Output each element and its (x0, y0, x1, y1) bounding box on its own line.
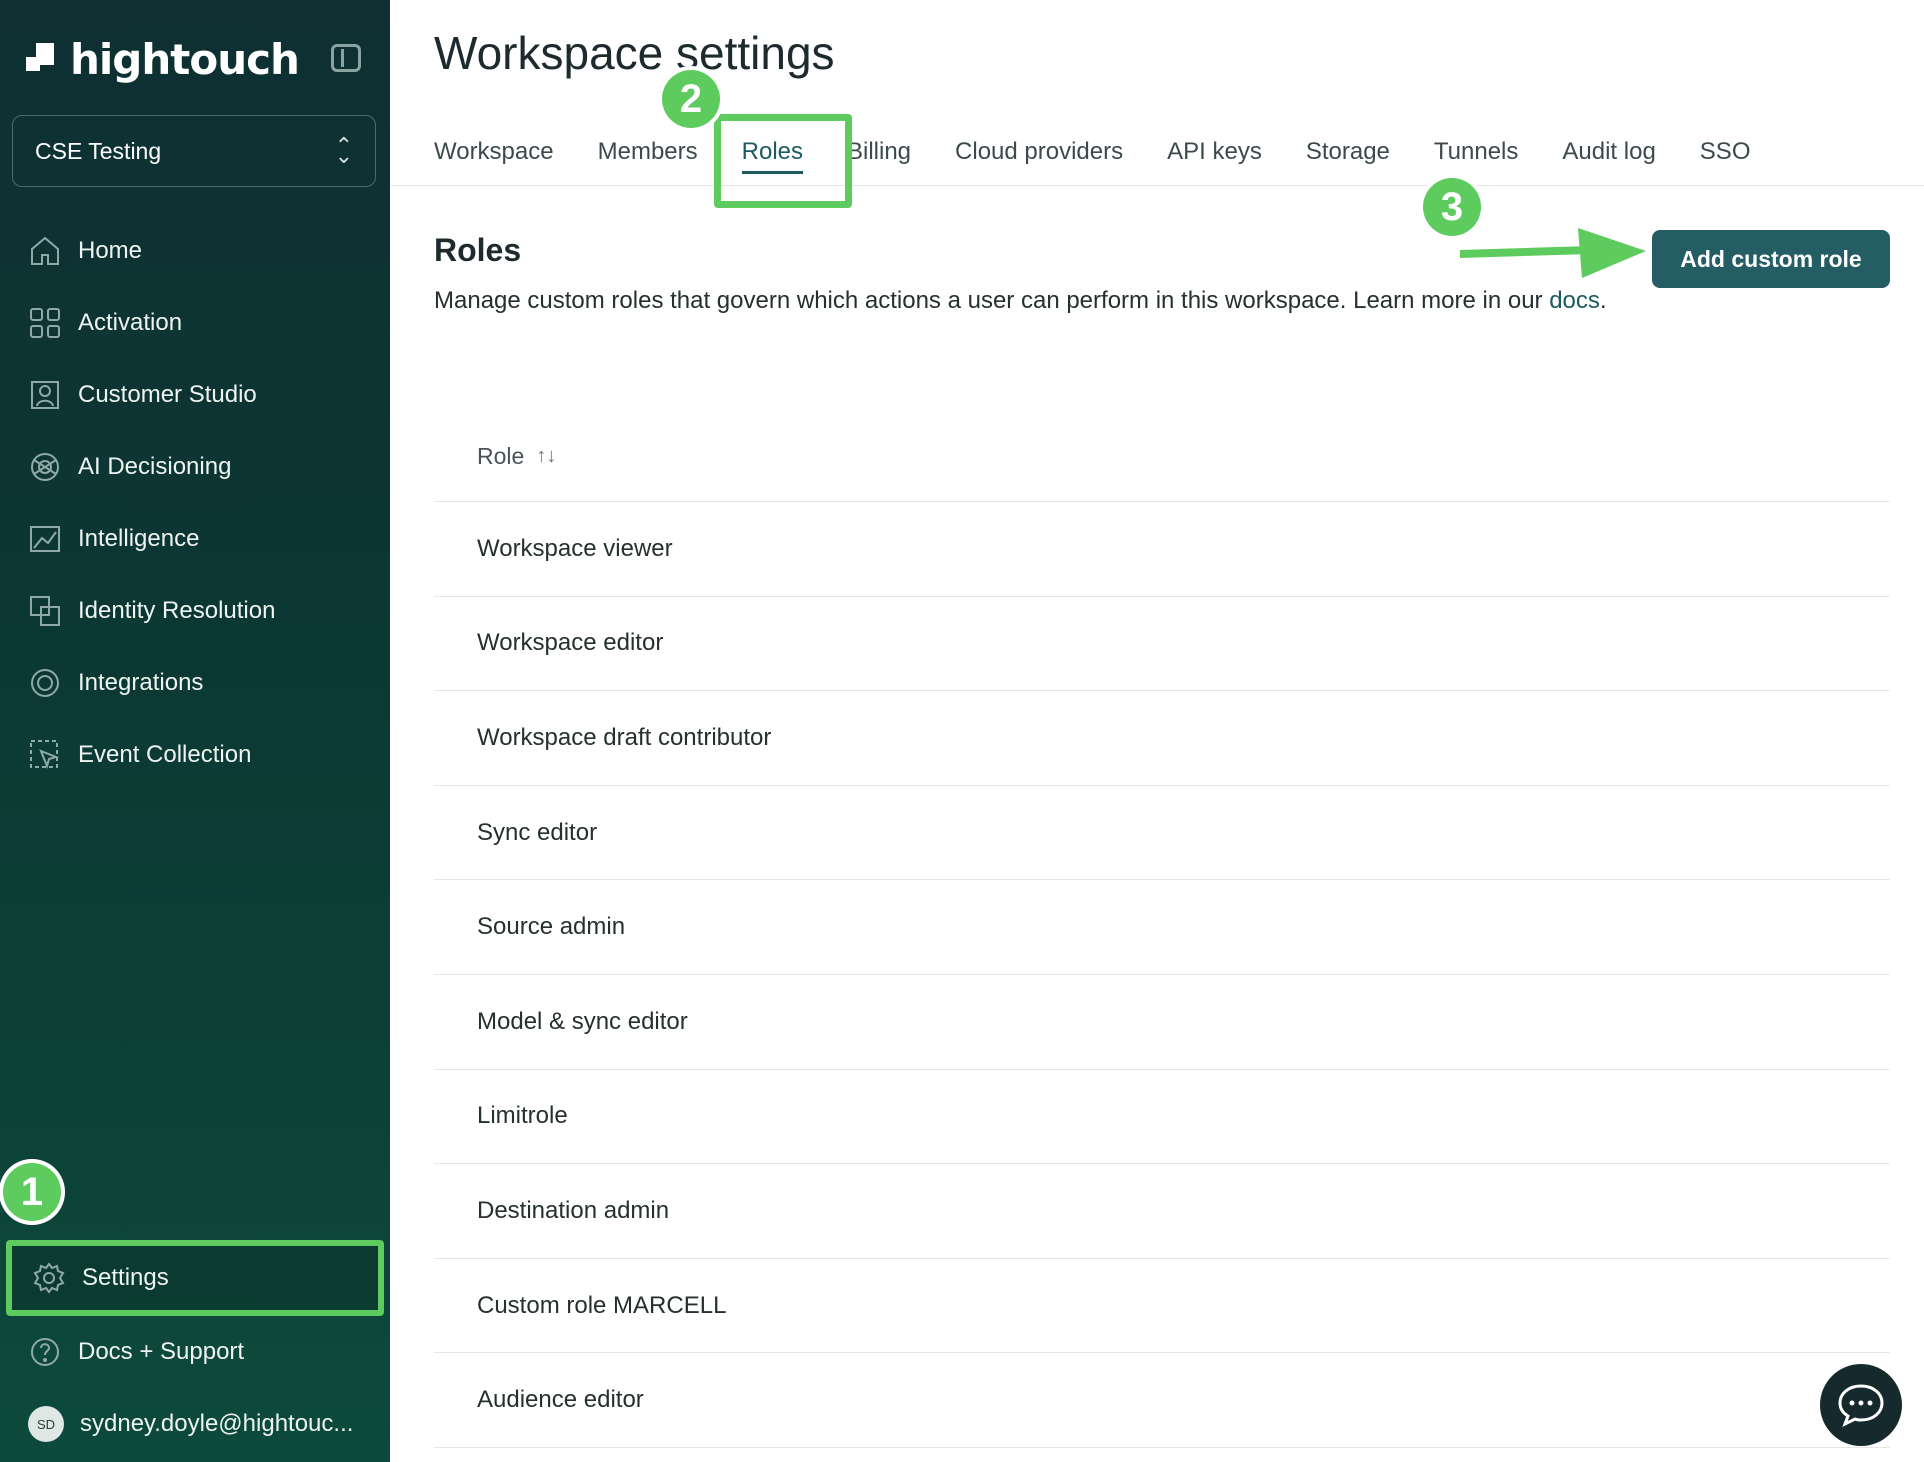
tab-cloud-providers[interactable]: Cloud providers (933, 130, 1145, 182)
settings-tabs: Workspace Members Roles Billing Cloud pr… (434, 130, 1772, 182)
tab-members[interactable]: Members (576, 130, 720, 182)
sidebar-item-intelligence[interactable]: Intelligence (0, 503, 390, 575)
grid-icon (30, 308, 60, 338)
table-row[interactable]: Workspace draft contributor (434, 691, 1890, 786)
sidebar-item-label: Settings (82, 1264, 169, 1291)
tab-sso[interactable]: SSO (1678, 130, 1773, 182)
section-description: Manage custom roles that govern which ac… (434, 282, 1624, 319)
table-row[interactable]: Workspace viewer (434, 502, 1890, 597)
workspace-name: CSE Testing (35, 137, 162, 164)
sidebar-collapse-icon[interactable] (331, 44, 361, 72)
logo[interactable]: hightouch (26, 34, 300, 84)
logo-mark-icon (26, 43, 58, 75)
table-row[interactable]: Model & sync editor (434, 975, 1890, 1070)
logo-text: hightouch (70, 34, 300, 84)
tab-api-keys[interactable]: API keys (1145, 130, 1284, 182)
help-icon (31, 1338, 59, 1366)
sidebar-item-label: Docs + Support (78, 1338, 245, 1365)
user-frame-icon (31, 381, 59, 409)
tab-workspace[interactable]: Workspace (434, 130, 576, 182)
sidebar-item-label: Identity Resolution (78, 597, 276, 624)
avatar: SD (28, 1406, 64, 1442)
sidebar-item-identity-resolution[interactable]: Identity Resolution (0, 575, 390, 647)
sidebar-item-user[interactable]: SD sydney.doyle@hightouc... (0, 1388, 390, 1460)
table-row[interactable]: Custom role MARCELL (434, 1259, 1890, 1354)
sidebar-item-integrations[interactable]: Integrations (0, 647, 390, 719)
cursor-icon (30, 740, 60, 770)
sidebar-item-label: Event Collection (78, 741, 252, 768)
tab-storage[interactable]: Storage (1284, 130, 1412, 182)
page-title: Workspace settings (434, 27, 835, 79)
step-badge-1: 1 (3, 1163, 61, 1221)
workspace-selector[interactable]: CSE Testing ⌃ ⌄ (12, 115, 376, 187)
add-custom-role-button[interactable]: Add custom role (1652, 230, 1890, 288)
user-email: sydney.doyle@hightouc... (80, 1410, 354, 1437)
chat-bubble-icon (1838, 1384, 1884, 1428)
sidebar-item-label: Activation (78, 309, 183, 336)
table-row[interactable]: Destination admin (434, 1164, 1890, 1259)
table-row[interactable]: Sync editor (434, 786, 1890, 881)
description-text: Manage custom roles that govern which ac… (434, 287, 1550, 314)
table-row[interactable]: Audience editor (434, 1353, 1890, 1448)
description-end: . (1599, 287, 1607, 314)
sidebar-item-home[interactable]: Home (0, 215, 390, 287)
sidebar-item-activation[interactable]: Activation (0, 287, 390, 359)
table-header-role[interactable]: Role ↑↓ (434, 412, 1890, 502)
chat-button[interactable] (1820, 1364, 1902, 1446)
sidebar-bottom: Settings Docs + Support SD sydney.doyle@… (0, 1240, 390, 1460)
sort-icon[interactable]: ↑↓ (536, 445, 556, 468)
sidebar-item-label: AI Decisioning (78, 453, 232, 480)
sidebar-nav: Home Activation Customer Studio AI Decis… (0, 215, 390, 791)
docs-link[interactable]: docs (1549, 287, 1600, 314)
ai-icon (31, 453, 59, 481)
chart-icon (30, 526, 60, 552)
sidebar-item-docs-support[interactable]: Docs + Support (0, 1316, 390, 1388)
sidebar-item-label: Integrations (78, 669, 204, 696)
sidebar-item-label: Home (78, 237, 143, 264)
tab-tunnels[interactable]: Tunnels (1412, 130, 1541, 182)
sidebar-item-label: Intelligence (78, 525, 200, 552)
step-badge-2: 2 (662, 70, 720, 128)
sidebar-item-settings[interactable]: Settings (6, 1240, 384, 1316)
tab-audit-log[interactable]: Audit log (1540, 130, 1677, 182)
gear-icon (33, 1262, 65, 1294)
sidebar-item-ai-decisioning[interactable]: AI Decisioning (0, 431, 390, 503)
table-row[interactable]: Workspace editor (434, 597, 1890, 692)
roles-table: Role ↑↓ Workspace viewer Workspace edito… (434, 412, 1890, 1448)
tab-divider (390, 185, 1924, 186)
arrow-icon (1460, 228, 1646, 278)
identity-icon (30, 596, 60, 626)
home-icon (31, 236, 59, 265)
sidebar-item-event-collection[interactable]: Event Collection (0, 719, 390, 791)
table-row[interactable]: Source admin (434, 880, 1890, 975)
highlight-box-roles-tab (714, 114, 852, 208)
section-title: Roles (434, 232, 522, 268)
column-header-label: Role (477, 443, 525, 469)
sidebar-item-label: Customer Studio (78, 381, 257, 408)
sidebar-item-customer-studio[interactable]: Customer Studio (0, 359, 390, 431)
sidebar: hightouch CSE Testing ⌃ ⌄ Home Activation… (0, 0, 390, 1462)
integrations-icon (31, 669, 59, 697)
table-row[interactable]: Limitrole (434, 1070, 1890, 1165)
main-content: Workspace settings Workspace Members Rol… (390, 0, 1924, 1462)
chevron-up-down-icon: ⌃ ⌄ (334, 133, 353, 168)
